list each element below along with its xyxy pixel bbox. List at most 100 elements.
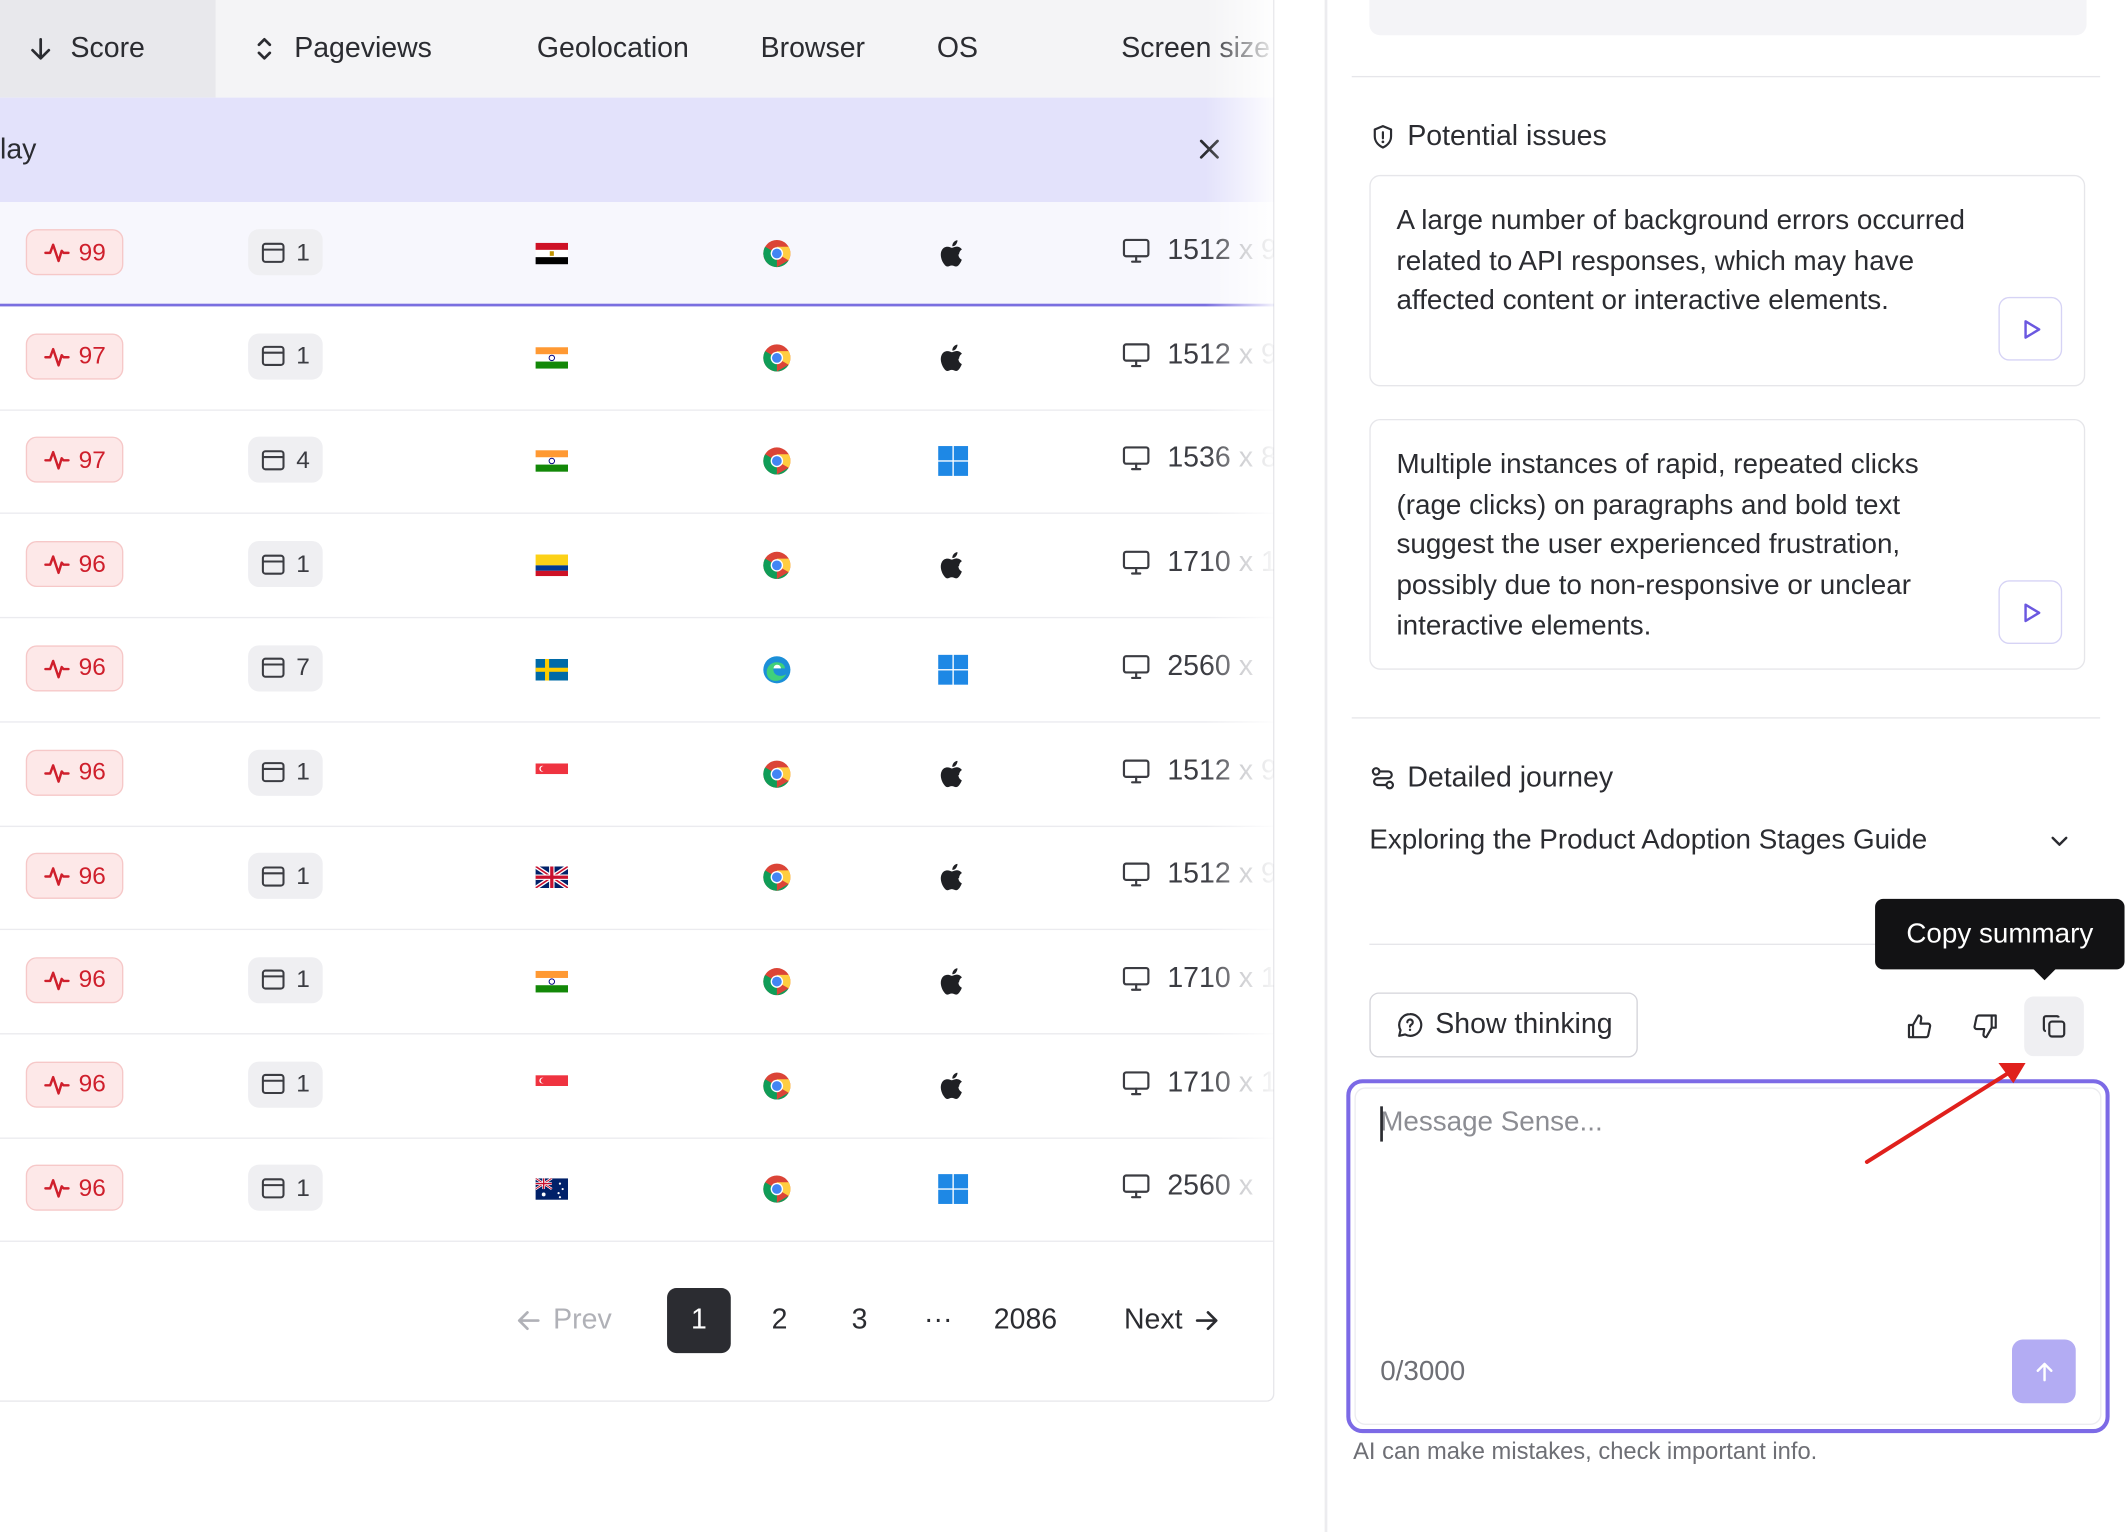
screen-height: x 9 <box>1238 338 1275 370</box>
apple-icon <box>940 344 962 371</box>
pageviews-value: 1 <box>296 549 310 578</box>
pageviews-badge: 1 <box>248 749 323 796</box>
table-row[interactable]: 96 1 2560 x <box>0 1138 1274 1243</box>
banner-close-button[interactable] <box>1193 133 1226 166</box>
column-header-pageviews[interactable]: Pageviews <box>251 0 432 98</box>
show-thinking-button[interactable]: Show thinking <box>1369 992 1638 1058</box>
table-row[interactable]: 97 1 1512 x 9 <box>0 306 1275 411</box>
browser-cell <box>761 341 794 374</box>
column-header-score[interactable]: Score <box>0 0 216 98</box>
message-input[interactable] <box>1380 1106 2059 1310</box>
screen-size-cell: 1710 x 1 <box>1121 1066 1273 1099</box>
monitor-icon <box>1122 966 1150 991</box>
os-cell <box>937 861 970 894</box>
activity-icon <box>44 451 70 471</box>
text-caret <box>1380 1106 1383 1142</box>
activity-icon <box>44 1075 70 1095</box>
send-button[interactable] <box>2012 1339 2076 1404</box>
geolocation-flag <box>535 554 569 577</box>
screen-size-cell: 2560 x <box>1121 1170 1253 1203</box>
table-row[interactable]: 97 4 1536 x 8 <box>0 410 1275 515</box>
summary-card-bottom <box>1369 0 2087 36</box>
browser-cell <box>761 237 794 270</box>
score-badge: 96 <box>25 853 124 900</box>
playing-banner: lay <box>0 97 1274 203</box>
section-divider <box>1351 75 2101 78</box>
issue-1-play-button[interactable] <box>1998 296 2063 361</box>
table-row[interactable]: 96 1 1512 x 9 <box>0 826 1275 931</box>
section-divider <box>1351 717 2101 719</box>
page-button-2[interactable]: 2 <box>763 1288 796 1353</box>
screen-size-cell: 1512 x 9 <box>1121 755 1273 788</box>
browser-cell <box>761 1069 794 1102</box>
window-icon <box>262 450 286 471</box>
window-icon <box>262 242 286 263</box>
character-counter: 0/3000 <box>1380 1355 1466 1387</box>
issue-text-1: A large number of background errors occu… <box>1396 204 1966 317</box>
windows-icon <box>938 446 969 477</box>
apple-icon <box>940 760 962 787</box>
column-header-screen-size[interactable]: Screen size <box>1121 0 1270 98</box>
thumbs-up-button[interactable] <box>1889 997 1949 1057</box>
next-label: Next <box>1123 1304 1183 1336</box>
issue-text-2: Multiple instances of rapid, repeated cl… <box>1396 448 1919 642</box>
table-row[interactable]: 96 1 1710 x 1 <box>0 514 1274 619</box>
screen-width: 1512 <box>1167 858 1231 890</box>
next-page-button[interactable]: Next <box>1124 1288 1221 1353</box>
table-row[interactable]: 96 1 1710 x 1 <box>0 930 1275 1035</box>
arrow-right-icon <box>1196 1311 1218 1331</box>
column-header-pageviews-label: Pageviews <box>294 32 432 64</box>
page-ellipsis[interactable]: ··· <box>922 1288 955 1353</box>
india-flag <box>535 346 569 369</box>
window-icon <box>262 1074 286 1095</box>
table-row[interactable]: 96 7 2560 x <box>0 618 1274 723</box>
table-row[interactable]: 96 1 1512 x 9 <box>0 722 1274 827</box>
colombia-flag <box>535 554 569 577</box>
apple-icon <box>940 864 962 891</box>
column-header-browser[interactable]: Browser <box>761 0 865 98</box>
sweden-flag <box>535 658 569 681</box>
copy-summary-tooltip: Copy summary <box>1875 898 2125 970</box>
window-icon <box>262 658 286 679</box>
screen-width: 2560 <box>1167 1170 1231 1202</box>
screen-size-cell: 2560 x <box>1121 651 1253 684</box>
os-cell <box>937 1173 970 1206</box>
monitor-icon <box>1122 550 1150 575</box>
page-button-3[interactable]: 3 <box>843 1288 876 1353</box>
pageviews-badge: 1 <box>248 853 323 900</box>
arrow-left-icon <box>517 1311 540 1331</box>
monitor-icon <box>1122 654 1150 679</box>
screen-height: x 1 <box>1238 962 1275 994</box>
table-row[interactable]: 96 1 1710 x 1 <box>0 1034 1274 1139</box>
india-flag <box>535 970 569 993</box>
monitor-icon <box>1122 1070 1150 1095</box>
copy-icon <box>2042 1015 2066 1038</box>
thumbs-down-button[interactable] <box>1956 997 2016 1057</box>
apple-icon <box>940 968 962 995</box>
issue-2-play-button[interactable] <box>1998 580 2063 645</box>
pageviews-badge: 4 <box>248 437 323 484</box>
score-badge: 96 <box>25 541 124 588</box>
screen-height: x 8 <box>1238 442 1275 474</box>
page-button-last[interactable]: 2086 <box>994 1288 1057 1353</box>
pageviews-badge: 1 <box>248 1165 323 1212</box>
page-button-1[interactable]: 1 <box>667 1288 731 1354</box>
windows-icon <box>938 1174 969 1205</box>
window-icon <box>262 866 286 887</box>
geolocation-flag <box>535 1074 569 1097</box>
geolocation-flag <box>535 762 569 785</box>
journey-dropdown[interactable]: Exploring the Product Adoption Stages Gu… <box>1369 819 2085 862</box>
windows-icon <box>938 654 969 685</box>
screen-size-cell: 1512 x 9 <box>1121 338 1275 372</box>
pageviews-value: 7 <box>296 653 310 682</box>
chrome-icon <box>763 1071 791 1100</box>
activity-icon <box>44 243 70 263</box>
screen-height: x <box>1238 650 1254 682</box>
prev-page-button[interactable]: Prev <box>515 1288 612 1353</box>
column-header-os[interactable]: OS <box>937 0 978 98</box>
table-row[interactable]: 99 1 1512 x 9 <box>0 202 1274 307</box>
column-header-geolocation[interactable]: Geolocation <box>537 0 689 98</box>
copy-summary-button[interactable] <box>2024 996 2084 1057</box>
window-icon <box>262 762 286 783</box>
screen-height: x 9 <box>1238 858 1275 890</box>
